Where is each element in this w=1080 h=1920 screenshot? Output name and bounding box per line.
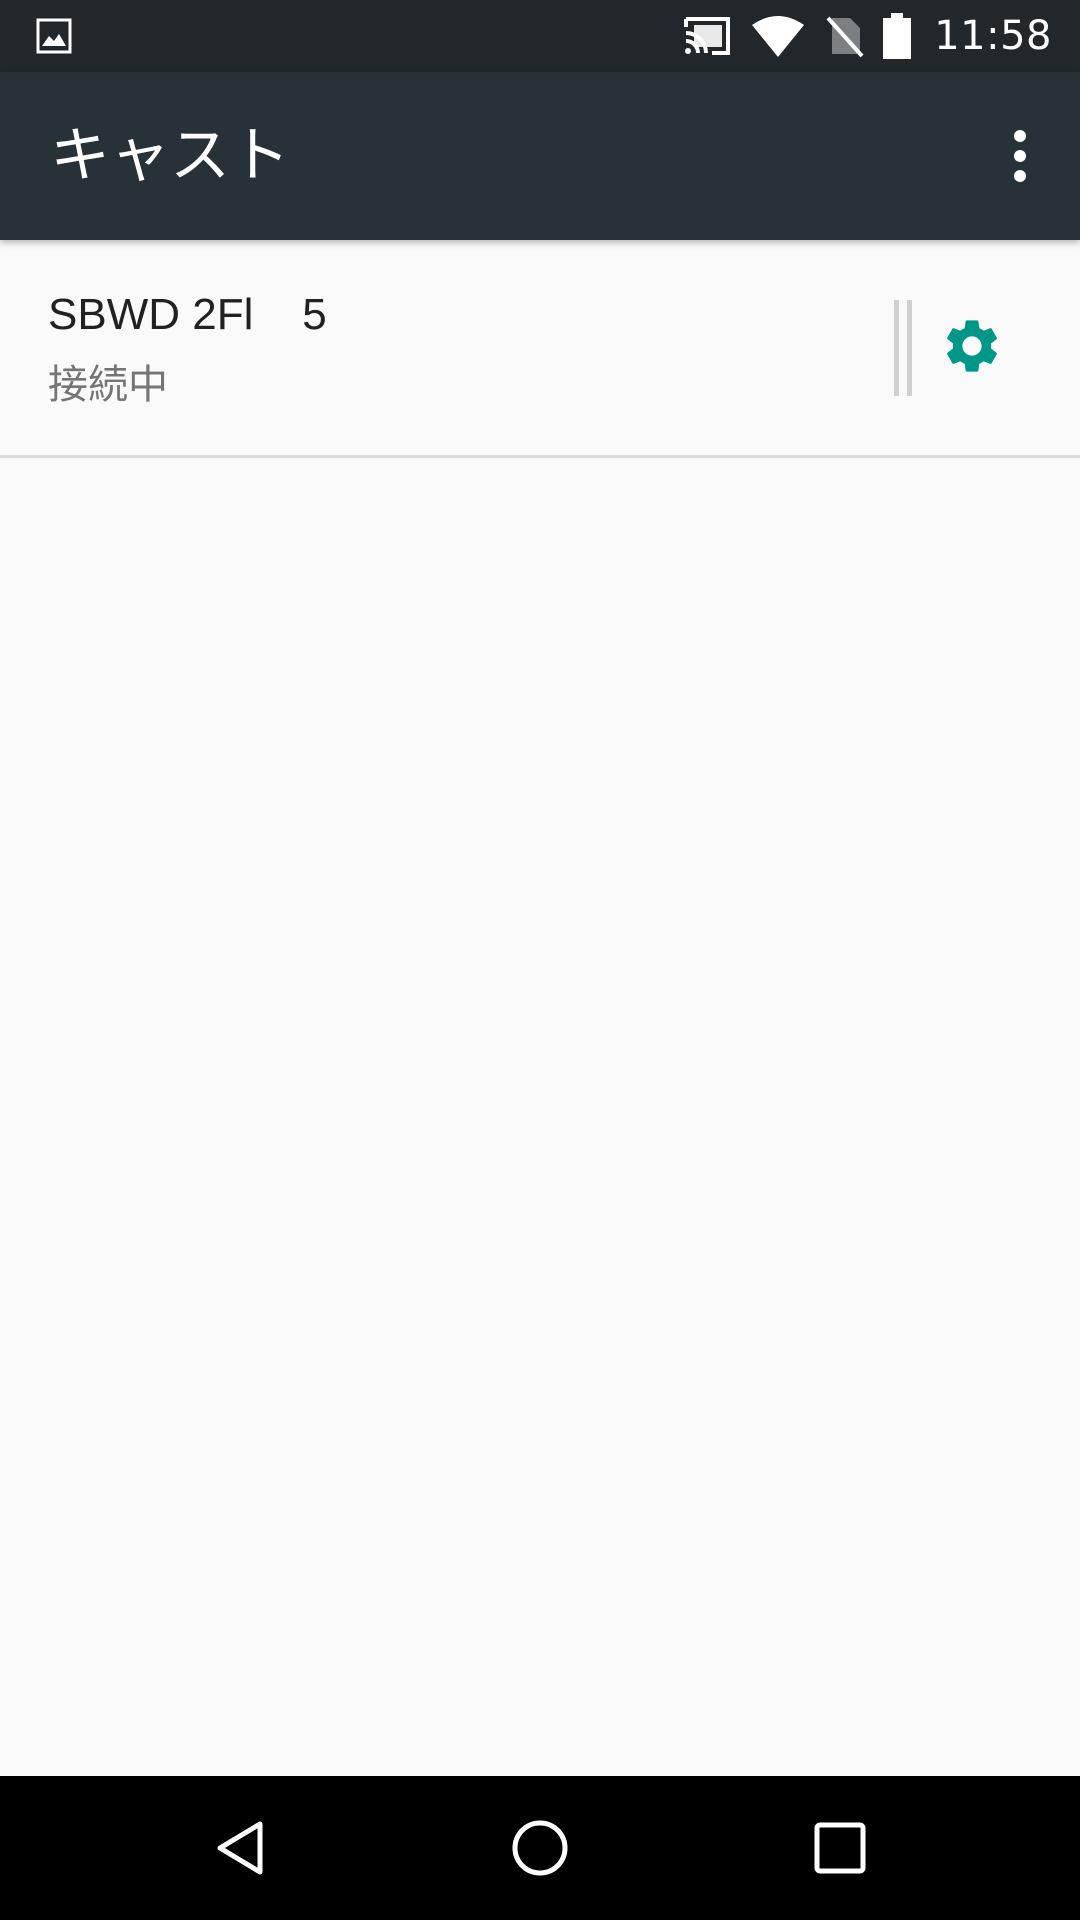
cast-connected-icon — [684, 17, 731, 55]
battery-icon — [883, 13, 912, 59]
status-time: 11:58 — [934, 13, 1052, 59]
page-title: キャスト — [50, 121, 290, 191]
recents-icon — [814, 1822, 866, 1874]
gear-icon — [947, 320, 997, 372]
vertical-divider — [894, 300, 912, 396]
overflow-menu-button[interactable] — [980, 116, 1060, 196]
device-settings-button[interactable] — [930, 304, 1014, 388]
recents-button[interactable] — [790, 1798, 890, 1898]
device-status: 接続中 — [48, 362, 168, 408]
back-button[interactable] — [192, 1798, 292, 1898]
status-bar: 11:58 — [0, 0, 1080, 72]
home-icon — [512, 1820, 568, 1876]
cast-device-item[interactable]: SBWD 2Fl 5 接続中 — [0, 240, 1080, 458]
home-button[interactable] — [490, 1798, 590, 1898]
status-icons: 11:58 — [682, 0, 1052, 72]
image-notification-icon — [36, 18, 72, 54]
app-bar: キャスト — [0, 72, 1080, 240]
no-sim-icon — [826, 16, 864, 58]
device-name: SBWD 2Fl 5 — [48, 290, 327, 339]
back-icon — [217, 1821, 263, 1875]
navigation-bar — [0, 1776, 1080, 1920]
more-vert-icon — [1014, 130, 1026, 182]
wifi-icon — [752, 16, 805, 57]
